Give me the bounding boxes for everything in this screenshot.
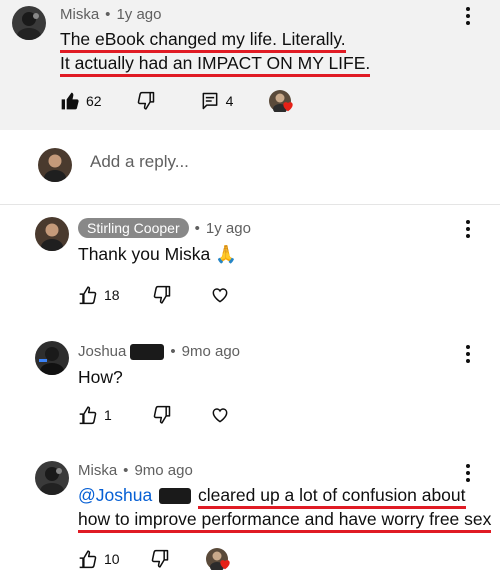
author-name[interactable]: Miska (60, 6, 99, 23)
dislike-button[interactable] (152, 405, 172, 425)
like-button[interactable]: 10 (78, 549, 120, 569)
replies-button[interactable]: 4 (200, 91, 234, 111)
like-count: 10 (104, 551, 120, 567)
thumbs-up-icon (79, 406, 97, 425)
reply-input[interactable] (90, 152, 470, 172)
redaction-mark (159, 488, 192, 505)
thumbs-up-icon (79, 286, 97, 305)
heart-icon (219, 560, 230, 570)
timestamp[interactable]: 9mo ago (134, 462, 192, 479)
timestamp[interactable]: 1y ago (206, 220, 251, 237)
separator: • (170, 343, 176, 360)
heart-button[interactable] (210, 405, 230, 425)
avatar[interactable] (12, 6, 46, 40)
reply-joshua: Joshua • 9mo ago How? 1 (0, 335, 500, 455)
like-count: 62 (86, 93, 102, 109)
dislike-button[interactable] (152, 285, 172, 305)
heart-icon (283, 102, 294, 112)
heart-outline-icon (212, 288, 227, 303)
timestamp[interactable]: 1y ago (116, 6, 161, 23)
avatar[interactable] (35, 461, 69, 495)
reply-count: 4 (225, 93, 234, 109)
comment-text-line-1: The eBook changed my life. Literally. (60, 26, 346, 53)
comment-text-line-1: @Joshua cleared up a lot of confusion ab… (78, 482, 466, 509)
like-button[interactable]: 1 (78, 405, 112, 425)
more-options-icon[interactable] (458, 6, 478, 26)
thumbs-up-icon (79, 550, 97, 569)
heart-outline-icon (212, 408, 228, 423)
author-name[interactable]: Miska (78, 462, 117, 479)
more-options-icon[interactable] (458, 463, 478, 483)
avatar[interactable] (35, 341, 69, 375)
thumbs-down-icon (153, 405, 171, 424)
avatar[interactable] (35, 217, 69, 251)
mention-link[interactable]: @Joshua (78, 485, 152, 505)
folded-hands-emoji: 🙏 (215, 244, 237, 264)
more-options-icon[interactable] (458, 219, 478, 239)
creator-heart-badge (269, 90, 294, 112)
like-button[interactable]: 62 (60, 91, 102, 111)
thumbs-down-icon (151, 549, 168, 568)
dislike-button[interactable] (150, 549, 170, 569)
like-button[interactable]: 18 (78, 285, 120, 305)
reply-stirling-cooper: Stirling Cooper • 1y ago Thank you Miska… (0, 205, 500, 335)
comment-actions: 18 (78, 285, 230, 305)
comment-meta: Joshua • 9mo ago (78, 343, 240, 360)
like-count: 18 (104, 287, 120, 303)
reply-miska: Miska • 9mo ago @Joshua cleared up a lot… (0, 455, 500, 586)
comment-meta: Miska • 1y ago (60, 6, 161, 23)
creator-author-chip[interactable]: Stirling Cooper (78, 218, 189, 238)
comment-text: Thank you Miska 🙏 (78, 244, 237, 264)
comment-meta: Miska • 9mo ago (78, 462, 193, 479)
author-name[interactable]: Joshua (78, 343, 126, 360)
creator-heart-badge (205, 548, 230, 570)
heart-button[interactable] (210, 285, 230, 305)
thumbs-up-filled-icon (61, 92, 79, 110)
like-count: 1 (104, 407, 112, 423)
separator: • (194, 219, 200, 237)
comment-miska-top: Miska • 1y ago The eBook changed my life… (0, 0, 500, 130)
thumbs-down-icon (153, 285, 170, 304)
comment-text: How? (78, 367, 123, 387)
redaction-mark (130, 343, 165, 360)
comment-actions: 62 4 (60, 90, 294, 112)
timestamp[interactable]: 9mo ago (182, 343, 240, 360)
comment-text-line-2: It actually had an IMPACT ON MY LIFE. (60, 50, 371, 77)
comment-icon (202, 92, 217, 110)
separator: • (123, 462, 129, 479)
current-user-avatar[interactable] (38, 148, 72, 182)
comment-meta: Stirling Cooper • 1y ago (78, 218, 251, 238)
dislike-button[interactable] (136, 91, 156, 111)
comment-actions: 1 (78, 405, 230, 425)
thumbs-down-icon (137, 91, 154, 110)
more-options-icon[interactable] (458, 344, 478, 364)
separator: • (105, 6, 111, 23)
comment-text-line-2: how to improve performance and have worr… (78, 506, 492, 533)
comment-actions: 10 (78, 548, 230, 570)
add-reply-section (0, 130, 500, 205)
